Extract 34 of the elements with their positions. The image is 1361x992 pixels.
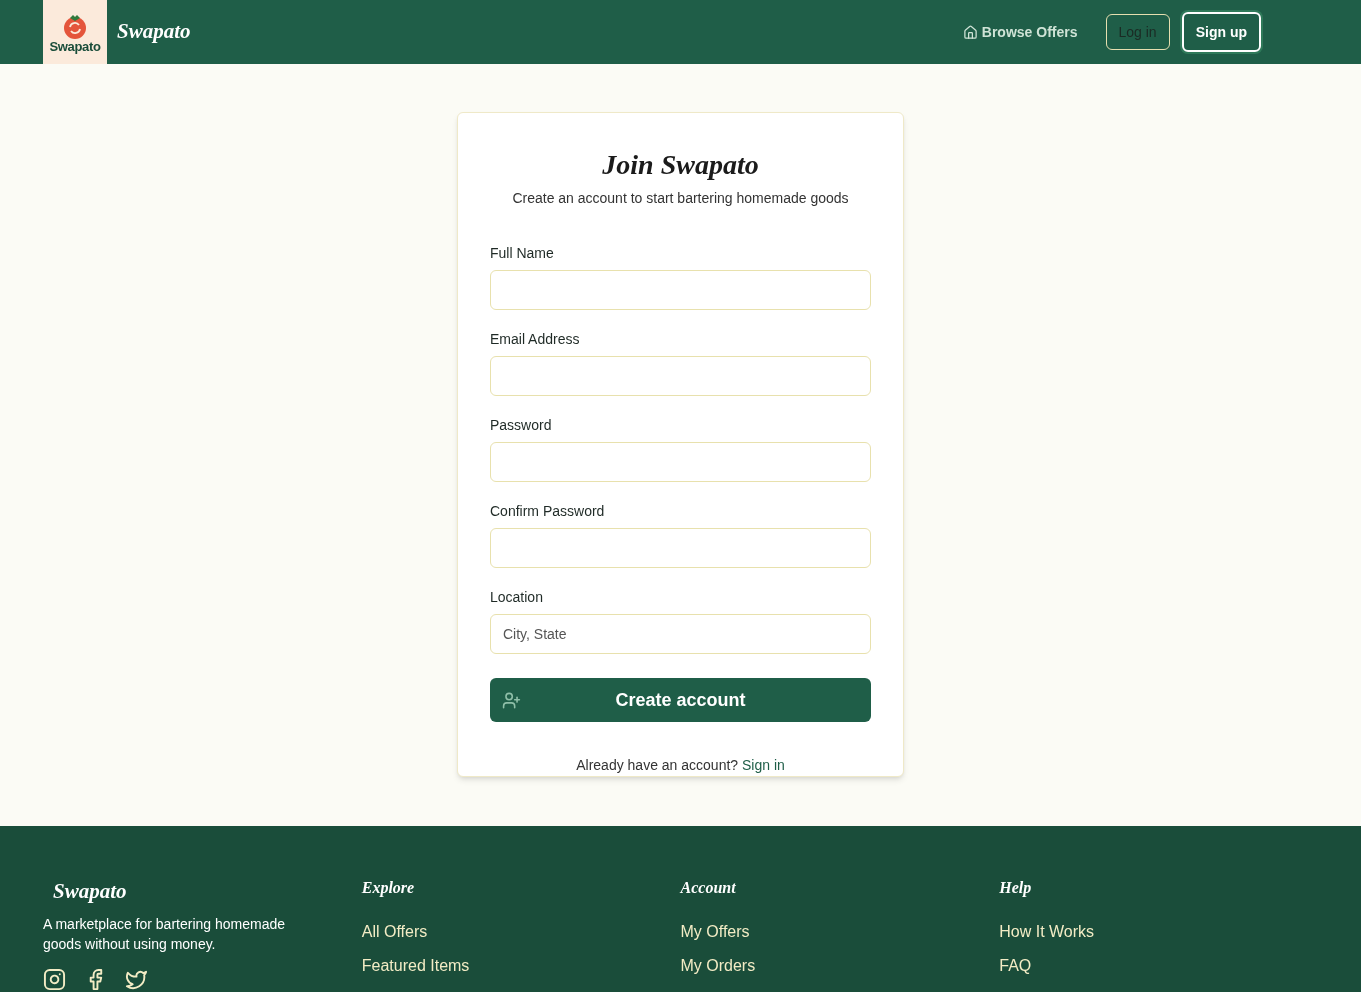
logo-text: Swapato bbox=[49, 39, 101, 53]
logo-badge[interactable]: Swapato bbox=[43, 0, 107, 64]
footer-link[interactable]: All Offers bbox=[361, 920, 681, 944]
footer-brand: Swapato bbox=[53, 878, 128, 905]
add-user-icon bbox=[502, 690, 521, 710]
field-label: Confirm Password bbox=[490, 502, 606, 521]
text-field[interactable] bbox=[490, 528, 871, 568]
field-label: Full Name bbox=[490, 244, 555, 263]
brand-name[interactable]: Swapato bbox=[117, 16, 191, 48]
form-subtitle: Create an account to start bartering homemade goods bbox=[511, 189, 850, 208]
footer-link[interactable]: Featured Items bbox=[361, 954, 681, 978]
home-icon bbox=[962, 24, 978, 40]
footer-link[interactable]: FAQ bbox=[999, 954, 1318, 978]
sign-in-prompt: Already have an account? bbox=[576, 757, 739, 773]
form-title: Join Swapato bbox=[601, 148, 760, 182]
footer-link[interactable]: My Offers bbox=[680, 920, 1000, 944]
sign-up-button[interactable]: Sign up bbox=[1181, 12, 1261, 52]
create-account-button[interactable]: Create account bbox=[490, 678, 871, 722]
text-field[interactable] bbox=[490, 356, 871, 396]
footer-heading: Account bbox=[680, 878, 737, 898]
text-field[interactable] bbox=[490, 270, 871, 310]
footer-heading: Help bbox=[999, 878, 1033, 899]
field-label: Password bbox=[490, 416, 553, 435]
footer-link[interactable]: My Orders bbox=[680, 954, 1000, 978]
text-field[interactable] bbox=[490, 442, 871, 482]
field-label: Email Address bbox=[490, 330, 581, 349]
instagram-icon[interactable] bbox=[43, 967, 66, 991]
browse-offers-link[interactable]: Browse Offers bbox=[962, 21, 1078, 43]
field-label: Location bbox=[490, 588, 544, 607]
text-field[interactable]: City, State bbox=[490, 614, 871, 654]
footer-tagline: A marketplace for bartering homemade goods without using money. bbox=[43, 914, 286, 954]
sign-in-link[interactable]: Sign in bbox=[742, 757, 785, 773]
footer-link[interactable]: How It Works bbox=[999, 920, 1318, 944]
footer-heading: Explore bbox=[361, 878, 416, 899]
